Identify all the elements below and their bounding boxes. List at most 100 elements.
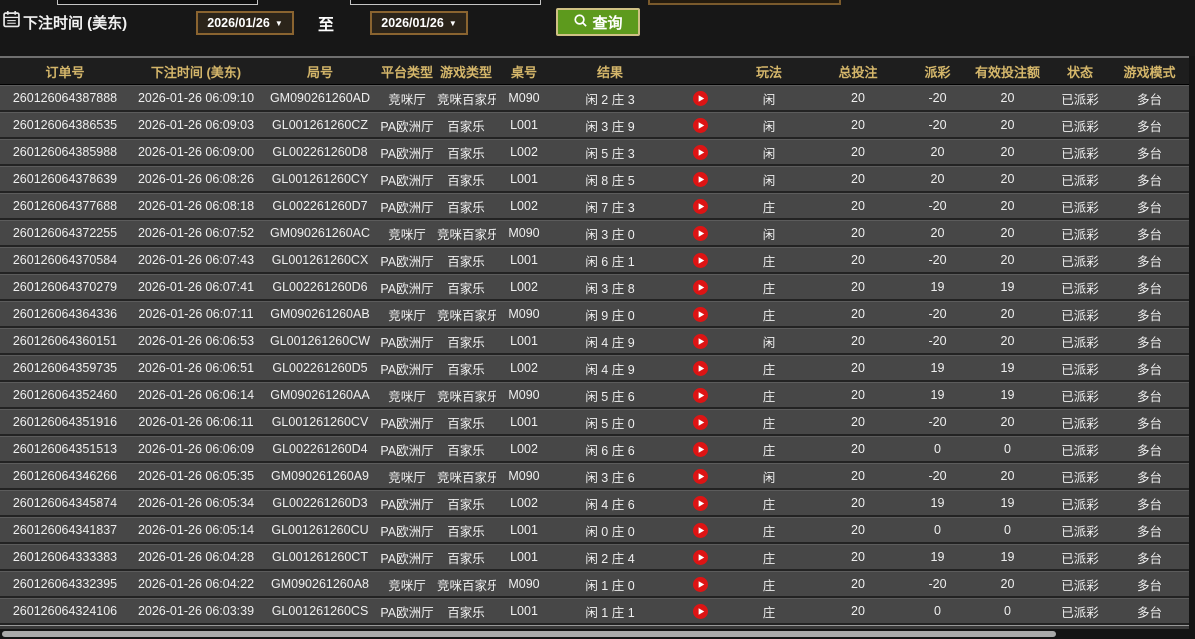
game-mode: 多台	[1110, 247, 1189, 274]
status: 已派彩	[1050, 517, 1110, 544]
round-id: GL002261260D5	[262, 355, 378, 382]
valid-bet: 19	[965, 355, 1050, 382]
replay-play-icon[interactable]	[692, 252, 708, 268]
replay-play-icon[interactable]	[692, 522, 708, 538]
horizontal-scrollbar[interactable]	[0, 629, 1195, 639]
table-row: 260126064370279 2026-01-26 06:07:41 GL00…	[0, 274, 1189, 301]
table-row: 260126064341837 2026-01-26 06:05:14 GL00…	[0, 517, 1189, 544]
replay-play-icon[interactable]	[692, 198, 708, 214]
bet-time: 2026-01-26 06:09:10	[130, 85, 262, 112]
bet-type: 闲	[732, 328, 806, 355]
game-result: 闲 3 庄 0	[552, 220, 668, 247]
platform-type: PA欧洲厅	[378, 598, 436, 625]
platform-type: PA欧洲厅	[378, 193, 436, 220]
round-id: GL001261260CZ	[262, 112, 378, 139]
game-mode: 多台	[1110, 328, 1189, 355]
game-type: 百家乐	[436, 139, 496, 166]
bet-type: 闲	[732, 166, 806, 193]
payout: -20	[910, 112, 965, 139]
scrollbar-thumb[interactable]	[2, 631, 1056, 637]
bet-type: 庄	[732, 436, 806, 463]
replay-play-icon[interactable]	[692, 387, 708, 403]
col-header-order: 订单号	[0, 56, 130, 85]
round-id: GM090261260AC	[262, 220, 378, 247]
bet-type: 闲	[732, 220, 806, 247]
status: 已派彩	[1050, 571, 1110, 598]
table-id: L001	[496, 598, 552, 625]
replay-play-icon[interactable]	[692, 414, 708, 430]
table-id: M090	[496, 571, 552, 598]
total-bet: 20	[806, 328, 910, 355]
table-id: L002	[496, 490, 552, 517]
replay-play-icon[interactable]	[692, 468, 708, 484]
replay-play-icon[interactable]	[692, 171, 708, 187]
betting-records-screen: 下注时间 (美东) 2026/01/26 ▼ 至 2026/01/26 ▼ 查询	[0, 0, 1195, 639]
truncated-input-1	[57, 0, 258, 5]
table-id: L002	[496, 436, 552, 463]
replay-cell	[668, 463, 732, 490]
table-row: 260126064387888 2026-01-26 06:09:10 GM09…	[0, 85, 1189, 112]
replay-play-icon[interactable]	[692, 225, 708, 241]
replay-play-icon[interactable]	[692, 360, 708, 376]
valid-bet: 20	[965, 301, 1050, 328]
date-to-select[interactable]: 2026/01/26 ▼	[370, 11, 468, 35]
replay-play-icon[interactable]	[692, 576, 708, 592]
bet-type: 庄	[732, 355, 806, 382]
platform-type: PA欧洲厅	[378, 436, 436, 463]
order-id: 260126064346266	[0, 463, 130, 490]
table-row: 260126064324106 2026-01-26 06:03:39 GL00…	[0, 598, 1189, 625]
round-id: GL001261260CW	[262, 328, 378, 355]
replay-play-icon[interactable]	[692, 117, 708, 133]
total-bet: 20	[806, 166, 910, 193]
game-result: 闲 4 庄 9	[552, 328, 668, 355]
total-bet: 20	[806, 598, 910, 625]
replay-play-icon[interactable]	[692, 333, 708, 349]
query-button-label: 查询	[592, 14, 623, 32]
round-id: GM090261260AB	[262, 301, 378, 328]
replay-play-icon[interactable]	[692, 549, 708, 565]
replay-cell	[668, 355, 732, 382]
total-bet: 20	[806, 490, 910, 517]
table-row: 260126064359735 2026-01-26 06:06:51 GL00…	[0, 355, 1189, 382]
replay-play-icon[interactable]	[692, 90, 708, 106]
payout: -20	[910, 571, 965, 598]
status: 已派彩	[1050, 382, 1110, 409]
valid-bet: 19	[965, 274, 1050, 301]
game-type: 百家乐	[436, 274, 496, 301]
table-header: 订单号 下注时间 (美东) 局号 平台类型 游戏类型 桌号 结果 玩法 总投注 …	[0, 56, 1189, 85]
replay-play-icon[interactable]	[692, 306, 708, 322]
replay-cell	[668, 571, 732, 598]
platform-type: PA欧洲厅	[378, 409, 436, 436]
bet-time: 2026-01-26 06:04:22	[130, 571, 262, 598]
bet-time: 2026-01-26 06:05:35	[130, 463, 262, 490]
payout: 0	[910, 598, 965, 625]
total-bet: 20	[806, 571, 910, 598]
total-bet: 20	[806, 274, 910, 301]
payout: 19	[910, 490, 965, 517]
game-result: 闲 1 庄 0	[552, 571, 668, 598]
replay-play-icon[interactable]	[692, 144, 708, 160]
replay-cell	[668, 409, 732, 436]
game-type: 百家乐	[436, 328, 496, 355]
table-row: 260126064333383 2026-01-26 06:04:28 GL00…	[0, 544, 1189, 571]
replay-play-icon[interactable]	[692, 495, 708, 511]
table-id: L001	[496, 544, 552, 571]
platform-type: PA欧洲厅	[378, 490, 436, 517]
order-id: 260126064351916	[0, 409, 130, 436]
replay-cell	[668, 85, 732, 112]
order-id: 260126064370584	[0, 247, 130, 274]
table-id: M090	[496, 463, 552, 490]
replay-play-icon[interactable]	[692, 603, 708, 619]
table-row: 260126064346266 2026-01-26 06:05:35 GM09…	[0, 463, 1189, 490]
status: 已派彩	[1050, 598, 1110, 625]
table-id: L002	[496, 274, 552, 301]
query-button[interactable]: 查询	[556, 8, 640, 36]
replay-play-icon[interactable]	[692, 279, 708, 295]
round-id: GL002261260D4	[262, 436, 378, 463]
game-type: 竞咪百家乐	[436, 220, 496, 247]
date-from-select[interactable]: 2026/01/26 ▼	[196, 11, 294, 35]
bet-time-filter-label: 下注时间 (美东)	[23, 15, 128, 32]
valid-bet: 19	[965, 382, 1050, 409]
payout: -20	[910, 463, 965, 490]
replay-play-icon[interactable]	[692, 441, 708, 457]
